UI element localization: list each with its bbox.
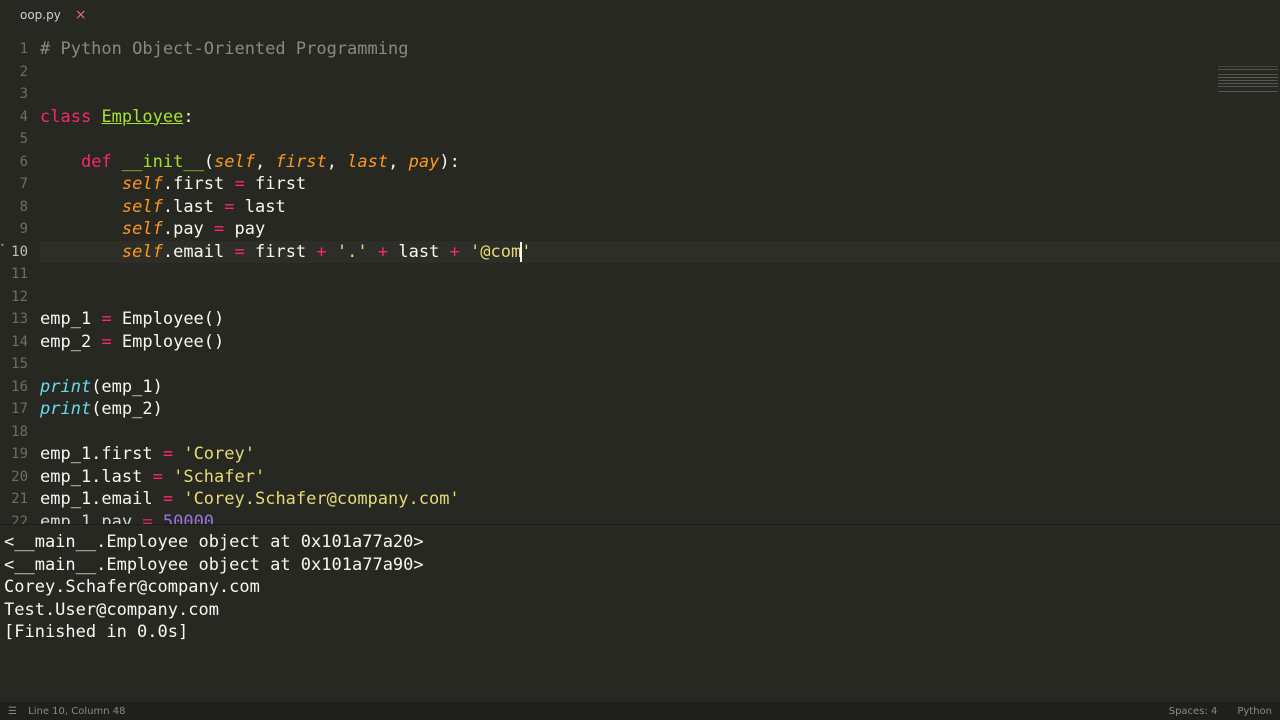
close-icon[interactable]: ×	[71, 7, 91, 23]
status-bar: ☰ Line 10, Column 48 Spaces: 4 Python	[0, 702, 1280, 720]
gutter: 12345678910111213141516171819202122	[0, 30, 40, 524]
status-right: Spaces: 4 Python	[1169, 706, 1272, 717]
status-left: ☰ Line 10, Column 48	[8, 706, 125, 717]
tab-bar: oop.py ×	[0, 0, 1280, 30]
editor[interactable]: 12345678910111213141516171819202122 # Py…	[0, 30, 1280, 524]
minimap[interactable]	[1218, 66, 1278, 166]
tab-filename: oop.py	[20, 8, 61, 22]
output-panel: <__main__.Employee object at 0x101a77a20…	[0, 524, 1280, 650]
code-area[interactable]: # Python Object-Oriented Programmingclas…	[40, 30, 1280, 524]
language-mode[interactable]: Python	[1237, 706, 1272, 717]
file-tab[interactable]: oop.py ×	[10, 3, 101, 27]
indent-setting[interactable]: Spaces: 4	[1169, 706, 1218, 717]
menu-icon[interactable]: ☰	[8, 706, 17, 717]
cursor-position[interactable]: Line 10, Column 48	[28, 706, 125, 717]
